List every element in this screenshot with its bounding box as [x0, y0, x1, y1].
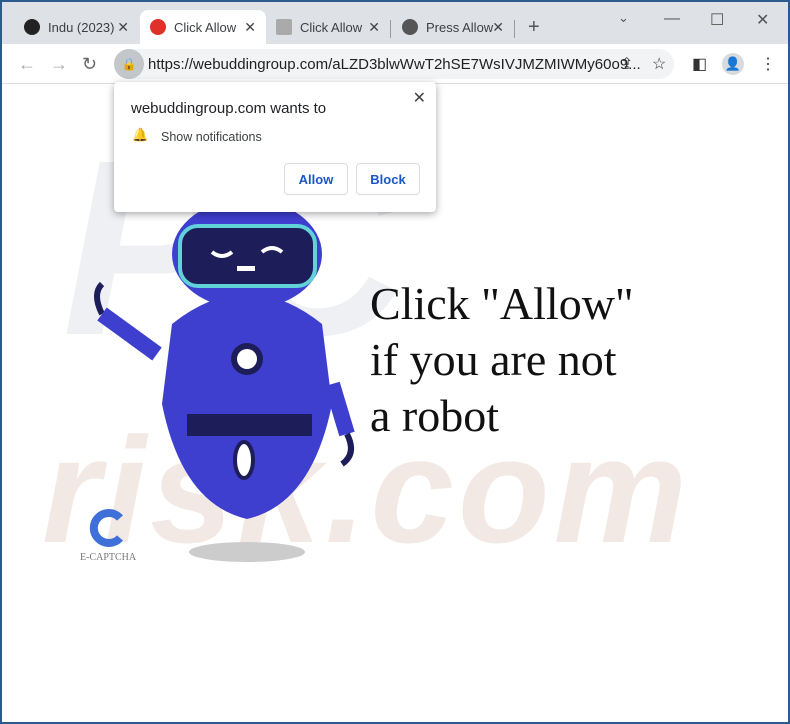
close-icon[interactable]: ✕ — [413, 88, 426, 108]
toolbar: ← → ↻ 🔒 https://webuddingroup.com/aLZD3b… — [2, 44, 788, 84]
popup-title: webuddingroup.com wants to — [131, 100, 327, 117]
tab-press-allow[interactable]: Press Allow ✕ — [392, 10, 514, 44]
tab-click-allow[interactable]: Click Allow ✕ — [140, 10, 266, 44]
tab-title: Click Allow — [174, 19, 237, 35]
tab-title: Click Allow — [300, 19, 363, 35]
red-circle-icon — [150, 19, 166, 35]
maximize-button[interactable]: ☐ — [710, 10, 724, 30]
allow-button[interactable]: Allow — [284, 163, 348, 195]
menu-kebab-icon[interactable]: ⋮ — [760, 54, 776, 74]
notification-permission-popup: webuddingroup.com wants to ✕ 🔔 Show noti… — [114, 82, 436, 212]
close-tab-icon[interactable]: ✕ — [117, 19, 129, 36]
bookmark-star-icon[interactable]: ☆ — [652, 54, 666, 74]
block-button[interactable]: Block — [356, 163, 420, 195]
headline-line: if you are not — [370, 334, 617, 385]
side-panel-icon[interactable]: ◧ — [692, 54, 707, 74]
permission-text: Show notifications — [161, 130, 262, 144]
captcha-label: E-CAPTCHA — [80, 552, 137, 563]
headline-line: a robot — [370, 390, 500, 441]
tab-search-chevron-icon[interactable]: ⌄ — [618, 10, 629, 26]
lock-icon[interactable]: 🔒 — [114, 49, 144, 79]
captcha-logo-icon — [89, 509, 123, 547]
forward-button[interactable]: → — [50, 54, 68, 75]
tab-bar: Indu (2023) ✕ Click Allow ✕ Click Allow … — [2, 2, 788, 44]
share-icon[interactable]: ⇪ — [620, 54, 633, 74]
tab-indu[interactable]: Indu (2023) ✕ — [14, 10, 139, 44]
close-tab-icon[interactable]: ✕ — [368, 19, 380, 36]
close-tab-icon[interactable]: ✕ — [492, 19, 504, 36]
tab-click-allow-2[interactable]: Click Allow ✕ — [266, 10, 390, 44]
film-reel-icon — [24, 19, 40, 35]
robot-thumbnail-icon — [276, 19, 292, 35]
headline: Click "Allow" if you are not a robot — [370, 276, 634, 444]
close-window-button[interactable]: ✕ — [756, 10, 769, 30]
globe-icon — [402, 19, 418, 35]
minimize-button[interactable]: — — [664, 10, 680, 28]
back-button[interactable]: ← — [18, 54, 36, 75]
close-tab-icon[interactable]: ✕ — [244, 19, 256, 36]
tab-title: Indu (2023) — [48, 19, 115, 35]
browser-window: Indu (2023) ✕ Click Allow ✕ Click Allow … — [2, 2, 788, 722]
profile-avatar-icon[interactable]: 👤 — [722, 53, 744, 75]
address-bar[interactable]: 🔒 https://webuddingroup.com/aLZD3blwWwT2… — [114, 49, 674, 79]
tab-title: Press Allow — [426, 19, 494, 35]
bell-icon: 🔔 — [132, 127, 149, 142]
headline-line: Click "Allow" — [370, 278, 634, 329]
url-text[interactable]: https://webuddingroup.com/aLZD3blwWwT2hS… — [148, 56, 641, 73]
new-tab-button[interactable]: + — [528, 16, 540, 39]
reload-button[interactable]: ↻ — [82, 54, 97, 75]
